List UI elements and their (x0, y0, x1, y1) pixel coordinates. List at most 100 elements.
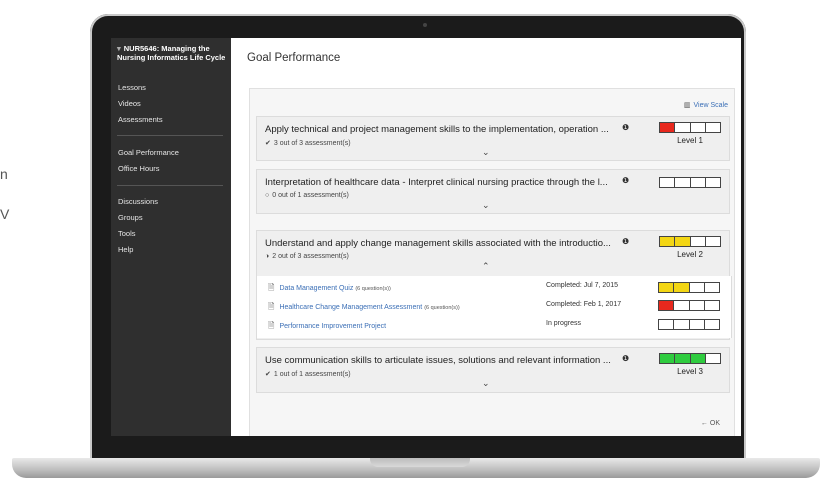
meter-segment (705, 354, 720, 363)
assessment-count-label: 3 out of 3 assessment(s) (273, 140, 351, 147)
chevron-down-icon[interactable]: ▾ (117, 44, 121, 53)
bar-chart-icon: ▥ (683, 102, 691, 109)
meter-segment (690, 123, 706, 132)
assessment-count-label: 1 out of 1 assessment(s) (273, 371, 351, 378)
assessment-count: ◑ 2 out of 3 assessment(s) (265, 253, 349, 260)
document-icon: 🗎 (268, 302, 275, 311)
goal-title: Interpretation of healthcare data - Inte… (265, 177, 608, 188)
goal-card[interactable]: Apply technical and project management s… (256, 116, 730, 161)
assessment-status: Completed: Jul 7, 2015 (546, 282, 618, 289)
assessment-link[interactable]: 🗎 Data Management Quiz (6 question(s)) (268, 282, 391, 296)
laptop-notch (370, 458, 470, 467)
meter-segment (689, 283, 705, 292)
sidebar-item-assessments[interactable]: Assessments (118, 115, 163, 124)
empty-circle-icon: ○ (265, 192, 270, 199)
meter-segment (705, 123, 720, 132)
background-text-fragment: V (0, 206, 10, 222)
goal-card[interactable]: Interpretation of healthcare data - Inte… (256, 169, 730, 214)
meter-segment (674, 320, 690, 329)
sidebar: ▾ NUR5646: Managing the Nursing Informati… (111, 38, 231, 436)
assessment-detail: (6 question(s)) (424, 305, 460, 311)
background-text-fragment: n (0, 166, 8, 182)
view-scale-link[interactable]: ▥ View Scale (684, 101, 728, 109)
document-icon: 🗎 (268, 283, 275, 292)
performance-meter (658, 300, 720, 311)
assessment-link[interactable]: 🗎 Performance Improvement Project (268, 320, 386, 334)
assessment-name[interactable]: Healthcare Change Management Assessment (279, 304, 422, 311)
chevron-down-icon[interactable]: ⌄ (482, 200, 490, 211)
goal-title: Understand and apply change management s… (265, 238, 611, 249)
ok-label: OK (709, 420, 720, 427)
meter-segment (690, 178, 706, 187)
chevron-down-icon[interactable]: ⌄ (482, 147, 490, 158)
meter-segment (704, 301, 719, 310)
camera-icon (423, 23, 427, 27)
sidebar-item-help[interactable]: Help (118, 245, 133, 254)
sidebar-item-groups[interactable]: Groups (118, 213, 143, 222)
sidebar-divider (117, 135, 223, 136)
level-label: Level 1 (677, 136, 703, 145)
sidebar-item-discussions[interactable]: Discussions (118, 197, 158, 206)
meter-segment (689, 320, 705, 329)
meter-segment (704, 283, 719, 292)
performance-meter (658, 319, 720, 330)
performance-meter (659, 122, 721, 133)
chevron-up-icon[interactable]: ⌃ (482, 261, 490, 272)
assessment-count: ○ 0 out of 1 assessment(s) (265, 192, 349, 199)
half-circle-icon: ◑ (265, 253, 270, 260)
info-icon[interactable]: ❶ (622, 237, 629, 246)
goal-title: Use communication skills to articulate i… (265, 355, 611, 366)
info-icon[interactable]: ❶ (622, 176, 629, 185)
performance-meter (659, 177, 721, 188)
assessment-count-label: 2 out of 3 assessment(s) (272, 253, 349, 260)
meter-segment (659, 320, 675, 329)
level-label: Level 3 (677, 367, 703, 376)
meter-segment (690, 354, 706, 363)
assessment-count: ✔ 3 out of 3 assessment(s) (265, 139, 351, 147)
page-title: Goal Performance (247, 52, 341, 64)
level-label: Level 2 (677, 250, 703, 259)
course-title-label: NUR5646: Managing the Nursing Informatic… (117, 44, 226, 62)
ok-button[interactable]: ← OK (701, 420, 720, 427)
meter-segment (675, 178, 691, 187)
meter-segment (690, 237, 706, 246)
performance-meter (659, 236, 721, 247)
sidebar-item-videos[interactable]: Videos (118, 99, 141, 108)
performance-meter (658, 282, 720, 293)
meter-segment (660, 354, 676, 363)
meter-segment (659, 301, 675, 310)
goal-title: Apply technical and project management s… (265, 124, 609, 135)
goal-card[interactable]: Use communication skills to articulate i… (256, 347, 730, 393)
info-icon[interactable]: ❶ (622, 123, 629, 132)
assessment-name[interactable]: Data Management Quiz (279, 285, 353, 292)
meter-segment (704, 320, 719, 329)
screen: ▾ NUR5646: Managing the Nursing Informati… (111, 38, 741, 436)
document-icon: 🗎 (268, 321, 275, 330)
sidebar-divider (117, 185, 223, 186)
assessment-name[interactable]: Performance Improvement Project (279, 323, 386, 330)
main-panel: Goal Performance ▥ View Scale Apply techn… (231, 38, 741, 436)
assessment-status: Completed: Feb 1, 2017 (546, 301, 622, 308)
meter-segment (660, 178, 676, 187)
chevron-down-icon[interactable]: ⌄ (482, 378, 490, 389)
meter-segment (660, 123, 676, 132)
view-scale-label: View Scale (693, 102, 728, 109)
meter-segment (675, 237, 691, 246)
meter-segment (674, 283, 690, 292)
meter-segment (705, 237, 720, 246)
meter-segment (689, 301, 705, 310)
sidebar-item-lessons[interactable]: Lessons (118, 83, 146, 92)
arrow-left-icon: ← (700, 420, 710, 427)
meter-segment (705, 178, 720, 187)
info-icon[interactable]: ❶ (622, 354, 629, 363)
assessment-count-label: 0 out of 1 assessment(s) (272, 192, 349, 199)
sidebar-item-office-hours[interactable]: Office Hours (118, 164, 160, 173)
meter-segment (660, 237, 676, 246)
assessment-link[interactable]: 🗎 Healthcare Change Management Assessment… (268, 301, 460, 315)
check-circle-icon: ✔ (265, 371, 271, 378)
meter-segment (675, 123, 691, 132)
sidebar-item-tools[interactable]: Tools (118, 229, 136, 238)
performance-meter (659, 353, 721, 364)
sidebar-item-goal-performance[interactable]: Goal Performance (118, 148, 179, 157)
course-title[interactable]: ▾ NUR5646: Managing the Nursing Informati… (117, 44, 229, 62)
